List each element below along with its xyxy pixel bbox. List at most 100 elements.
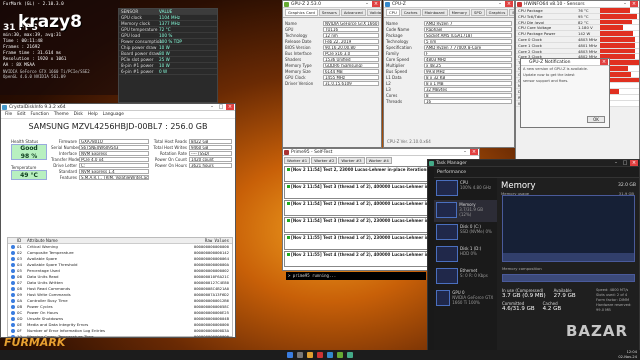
furmark-taskbar-icon[interactable] [317, 352, 323, 358]
explorer-icon[interactable] [307, 352, 313, 358]
worker-tab[interactable]: Worker #3 [338, 157, 365, 164]
minimize-button[interactable]: – [612, 160, 620, 166]
field-value[interactable]: x 48.25 [424, 62, 512, 68]
field-value[interactable]: AMD Ryzen 7 [424, 20, 512, 26]
menu-item[interactable]: Function [31, 112, 49, 117]
gpuz-taskbar-icon[interactable] [337, 352, 343, 358]
field-value[interactable]: 9460 GB [189, 144, 232, 150]
ok-button[interactable]: OK [587, 116, 605, 123]
field-value[interactable]: Raphael [424, 26, 512, 32]
field-value[interactable]: Feb 22, 2019 [323, 38, 379, 44]
field-value[interactable]: 1536 Unified [323, 56, 379, 62]
field-value[interactable]: 16 [424, 98, 512, 104]
field-value[interactable]: ---- (SSD) [189, 150, 232, 156]
tm-titlebar[interactable]: Task Manager – □ × [428, 160, 639, 167]
field-value[interactable]: 6144 MB [323, 68, 379, 74]
perf-item[interactable]: Memory 3.7/31.9 GB (12%) [434, 200, 497, 222]
field-value[interactable]: NVM Express 1.4 [79, 168, 149, 174]
field-value[interactable]: 12 nm [323, 32, 379, 38]
minimize-button[interactable]: – [621, 1, 629, 7]
menu-item[interactable]: Disk [74, 112, 83, 117]
cpuz-tab[interactable]: Caches [400, 9, 421, 16]
gpuz-titlebar[interactable]: GPU-Z 2.53.0 – × [283, 1, 381, 8]
menu-item[interactable]: File [5, 112, 12, 117]
field-value[interactable]: 99.8 MHz [424, 68, 512, 74]
perf-item[interactable]: CPU 100% 4.80 GHz [434, 178, 497, 200]
perf-item[interactable]: GPU 0 NVIDIA GeForce GTX 1660 Ti 100% [434, 288, 497, 310]
system-clock[interactable]: 12:04 02-Nov-24 [618, 350, 637, 360]
gpuz-tab[interactable]: Validation [366, 9, 381, 16]
worker-tab[interactable]: Worker #4 [365, 157, 392, 164]
dialog-titlebar[interactable]: GPU-Z Notification × [521, 59, 609, 66]
field-value[interactable]: S.M.A.R.T., TRIM, VolatileWriteCache [79, 174, 149, 180]
cpuz-tab[interactable]: Memory [448, 9, 471, 16]
field-value[interactable]: NVIDIA GeForce GTX 1660 Ti [323, 20, 379, 26]
p95-titlebar[interactable]: Prime95 - Self-Test – × [283, 149, 479, 156]
cdi-titlebar[interactable]: CrystalDiskInfo 9.3.2 x64 – □ × [1, 104, 235, 111]
close-button[interactable]: × [470, 149, 478, 155]
gpuz-tab[interactable]: Sensors [318, 9, 340, 16]
gpuz-tab[interactable]: Graphics Card [285, 9, 318, 16]
field-value[interactable]: 32 MBytes [424, 86, 512, 92]
minimize-button[interactable]: – [461, 149, 469, 155]
field-value[interactable]: 3621 hours [189, 162, 232, 168]
perf-item[interactable]: Disk 1 (D:) HDD 0% [434, 244, 497, 266]
field-value[interactable]: NVM Express [79, 150, 149, 156]
field-value[interactable]: PCIe x16 3.0 [323, 50, 379, 56]
perf-item[interactable]: Ethernet S: 0 R: 0 Kbps [434, 266, 497, 288]
minimize-button[interactable]: – [496, 1, 504, 7]
perf-item[interactable]: Disk 0 (C:) SSD (NVMe) 0% [434, 222, 497, 244]
cpuz-tab[interactable]: SPD [471, 9, 485, 16]
field-value[interactable]: F [424, 50, 512, 56]
cpuz-tab[interactable]: CPU [386, 9, 400, 16]
cpuz-tab[interactable]: Graphics [485, 9, 509, 16]
maximize-button[interactable]: □ [621, 160, 629, 166]
maximize-button[interactable]: □ [217, 104, 225, 110]
hwinfo-titlebar[interactable]: HWiNFO64 v8.10 - Sensors – × [516, 1, 639, 8]
field-value[interactable]: PCIe 4.0 x4 [79, 156, 149, 162]
field-value[interactable]: C: [79, 162, 149, 168]
col-id[interactable]: ID [17, 238, 27, 243]
menu-item[interactable]: Language [103, 112, 124, 117]
field-value[interactable]: GXA7801Q [79, 138, 149, 144]
close-button[interactable]: × [372, 1, 380, 7]
field-value[interactable]: S675NE0W609543 [79, 144, 149, 150]
close-button[interactable]: × [505, 1, 513, 7]
field-value[interactable]: 90.16.20.00.80 [323, 44, 379, 50]
cpuz-tab[interactable]: Mainboard [421, 9, 448, 16]
field-value[interactable]: 8 x 32 KB [424, 74, 512, 80]
field-value[interactable]: 8422 GB [189, 138, 232, 144]
close-button[interactable]: × [630, 160, 638, 166]
field-value[interactable]: GDDR6 (Samsung) [323, 62, 379, 68]
close-button[interactable]: × [226, 104, 234, 110]
worker-tab[interactable]: Worker #2 [311, 157, 338, 164]
col-attribute[interactable]: Attribute Name [27, 238, 137, 243]
menu-item[interactable]: Edit [17, 112, 25, 117]
cpuz-taskbar-icon[interactable] [327, 352, 333, 358]
field-value[interactable]: AMD Ryzen 7 7700X 8-Core [424, 44, 512, 50]
field-value[interactable]: 1420 count [189, 156, 232, 162]
menu-item[interactable]: Theme [54, 112, 69, 117]
field-value[interactable]: 1455 MHz [323, 74, 379, 80]
field-value[interactable]: 4803 MHz [424, 56, 512, 62]
col-raw[interactable]: Raw Values [137, 238, 232, 243]
minimize-button[interactable]: – [208, 104, 216, 110]
field-value[interactable]: 31.0.15.6109 [323, 80, 379, 86]
gpuz-tab[interactable]: Advanced [340, 9, 366, 16]
worker-tab[interactable]: Worker #1 [284, 157, 311, 164]
menu-item[interactable]: Help [88, 112, 98, 117]
temperature-badge[interactable]: 49 °C [11, 170, 47, 180]
cpuz-titlebar[interactable]: CPU-Z – × [384, 1, 514, 8]
field-value[interactable]: TU116 [323, 26, 379, 32]
health-status-badge[interactable]: Good 98 % [11, 144, 47, 160]
field-value[interactable]: Socket AM5 (LGA1718) [424, 32, 512, 38]
field-value[interactable]: 8 x 1 MB [424, 80, 512, 86]
search-icon[interactable] [297, 352, 303, 358]
start-icon[interactable] [287, 352, 293, 358]
field-value[interactable]: 8 [424, 92, 512, 98]
close-button[interactable]: × [630, 1, 638, 7]
minimize-button[interactable]: – [363, 1, 371, 7]
taskmgr-taskbar-icon[interactable] [347, 352, 353, 358]
field-value[interactable]: 5 nm [424, 38, 512, 44]
close-button[interactable]: × [600, 59, 608, 65]
